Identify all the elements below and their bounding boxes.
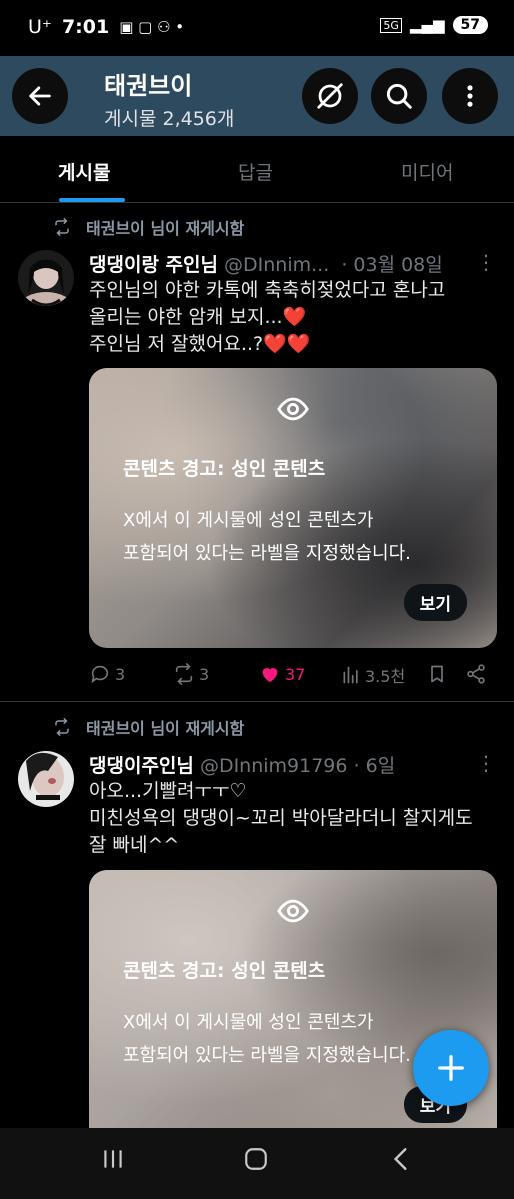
post-more-button[interactable]: ⋮ (476, 751, 496, 775)
post-count: 게시물 2,456개 (104, 108, 235, 130)
warning-description-line: X에서 이 게시물에 성인 콘텐츠가 (123, 510, 374, 531)
avatar-image (18, 751, 74, 807)
repost-icon (55, 218, 69, 236)
share-button[interactable] (465, 663, 487, 685)
post-text-line: 주인님의 야한 카톡에 축축히젖었다고 혼나고 (89, 279, 446, 301)
post-actions: 3 3 37 3.5천 (89, 663, 499, 693)
active-tab-indicator (59, 198, 125, 202)
recent-apps-icon (104, 1150, 122, 1168)
repost-button[interactable]: 3 (173, 663, 209, 685)
tab-replies[interactable]: 답글 (238, 158, 273, 185)
search-icon (386, 83, 412, 109)
analytics-icon (343, 666, 358, 684)
post-text-line: 아오...기빨려ㅜㅜ♡ (89, 780, 247, 802)
warning-description-line: X에서 이 게시물에 성인 콘텐츠가 (123, 1012, 374, 1033)
post-text: 주인님의 야한 카톡에 축축히젖었다고 혼나고 올리는 야한 암캐 보지...❤… (89, 277, 501, 358)
back-button[interactable] (12, 68, 68, 124)
repost-count: 3 (199, 664, 210, 684)
reply-count: 3 (115, 664, 126, 684)
author-line: 댕댕이주인님 @DInnim91796 · 6일 (89, 751, 395, 778)
view-count: 3.5천 (365, 667, 406, 686)
sensitive-media[interactable]: 콘텐츠 경고: 성인 콘텐츠 X에서 이 게시물에 성인 콘텐츠가 포함되어 있… (89, 870, 497, 1150)
repost-label: 태권브이 님이 재게시함 (86, 219, 245, 238)
warning-description-line: 포함되어 있다는 라벨을 지정했습니다. (123, 543, 411, 564)
carrier-label: U⁺ (28, 16, 52, 38)
post-text-line: 올리는 야한 암캐 보지...❤️ (89, 306, 307, 328)
views-button[interactable]: 3.5천 (341, 663, 405, 687)
page-title: 태권브이 (104, 72, 193, 100)
like-button[interactable]: 37 (259, 663, 305, 685)
tab-media[interactable]: 미디어 (401, 158, 453, 185)
post-more-button[interactable]: ⋮ (476, 250, 496, 274)
author-name[interactable]: 댕댕이랑 주인님 (89, 254, 218, 276)
eye-icon (277, 397, 309, 421)
sensitive-media[interactable]: 콘텐츠 경고: 성인 콘텐츠 X에서 이 게시물에 성인 콘텐츠가 포함되어 있… (89, 368, 497, 648)
home-button[interactable] (243, 1146, 269, 1179)
tab-posts[interactable]: 게시물 (58, 158, 110, 185)
repost-icon (175, 663, 193, 685)
bookmark-button[interactable] (427, 663, 447, 685)
no-entry-icon (317, 83, 343, 109)
arrow-left-icon (29, 86, 51, 106)
author-name[interactable]: 댕댕이주인님 (89, 755, 194, 777)
heart-icon (262, 668, 278, 683)
reply-button[interactable]: 3 (89, 663, 125, 685)
author-handle[interactable]: @DInnim... (224, 254, 329, 276)
author-line: 댕댕이랑 주인님 @DInnim... · 03월 08일 (89, 250, 443, 277)
eye-icon (277, 899, 309, 923)
back-nav-button[interactable] (388, 1146, 414, 1179)
network-type: 5G (380, 17, 402, 33)
post-text-line: 미친성욕의 댕댕이~꼬리 박아달라더니 찰지게도 (89, 807, 473, 829)
compose-button[interactable] (413, 1030, 489, 1106)
repost-indicator: 태권브이 님이 재게시함 (52, 215, 244, 239)
author-handle[interactable]: @DInnim91796 (200, 755, 348, 777)
system-nav-bar (0, 1128, 514, 1199)
warning-title: 콘텐츠 경고: 성인 콘텐츠 (123, 960, 326, 982)
post-date: · 03월 08일 (341, 254, 443, 276)
signal-icon: ▂▄▆ (409, 16, 445, 34)
warning-title: 콘텐츠 경고: 성인 콘텐츠 (123, 458, 326, 480)
plus-icon (438, 1055, 464, 1081)
recent-apps-button[interactable] (100, 1146, 126, 1179)
more-options-button[interactable] (442, 68, 498, 124)
repost-icon (55, 718, 69, 736)
post[interactable]: 태권브이 님이 재게시함 댕댕이랑 주인님 @DInnim... · 03월 0… (0, 203, 514, 701)
profile-tabs: 게시물 답글 미디어 (0, 136, 514, 203)
clock: 7:01 (61, 16, 110, 38)
more-vertical-icon (467, 85, 473, 107)
battery-indicator: 57 (452, 16, 488, 34)
share-icon (467, 664, 485, 684)
home-icon (245, 1148, 267, 1170)
repost-label: 태권브이 님이 재게시함 (86, 719, 245, 738)
repost-indicator: 태권브이 님이 재게시함 (52, 715, 244, 739)
status-bar: U⁺ 7:01 ▣ ▢ ⚇ • 5G ▂▄▆ 57 (0, 0, 514, 56)
show-media-button[interactable]: 보기 (403, 584, 467, 621)
post-date: · 6일 (353, 755, 396, 777)
chevron-left-icon (393, 1148, 407, 1170)
notification-icons: ▣ ▢ ⚇ • (119, 18, 185, 36)
profile-header: 태권브이 게시물 2,456개 (0, 56, 514, 136)
avatar[interactable] (18, 250, 74, 306)
hide-button[interactable] (302, 68, 358, 124)
post-divider (0, 701, 514, 702)
bookmark-icon (431, 665, 443, 683)
avatar-image (18, 250, 74, 306)
warning-description: X에서 이 게시물에 성인 콘텐츠가 포함되어 있다는 라벨을 지정했습니다. (123, 504, 483, 570)
search-button[interactable] (371, 68, 427, 124)
post-text-line: 주인님 저 잘했어요..?❤️❤️ (89, 333, 311, 355)
like-count: 37 (285, 664, 306, 684)
avatar[interactable] (18, 751, 74, 807)
post-text: 아오...기빨려ㅜㅜ♡ 미친성욕의 댕댕이~꼬리 박아달라더니 찰지게도 잘 빠… (89, 778, 501, 859)
post-text-line: 잘 빠네^^ (89, 834, 180, 856)
reply-icon (91, 665, 109, 684)
